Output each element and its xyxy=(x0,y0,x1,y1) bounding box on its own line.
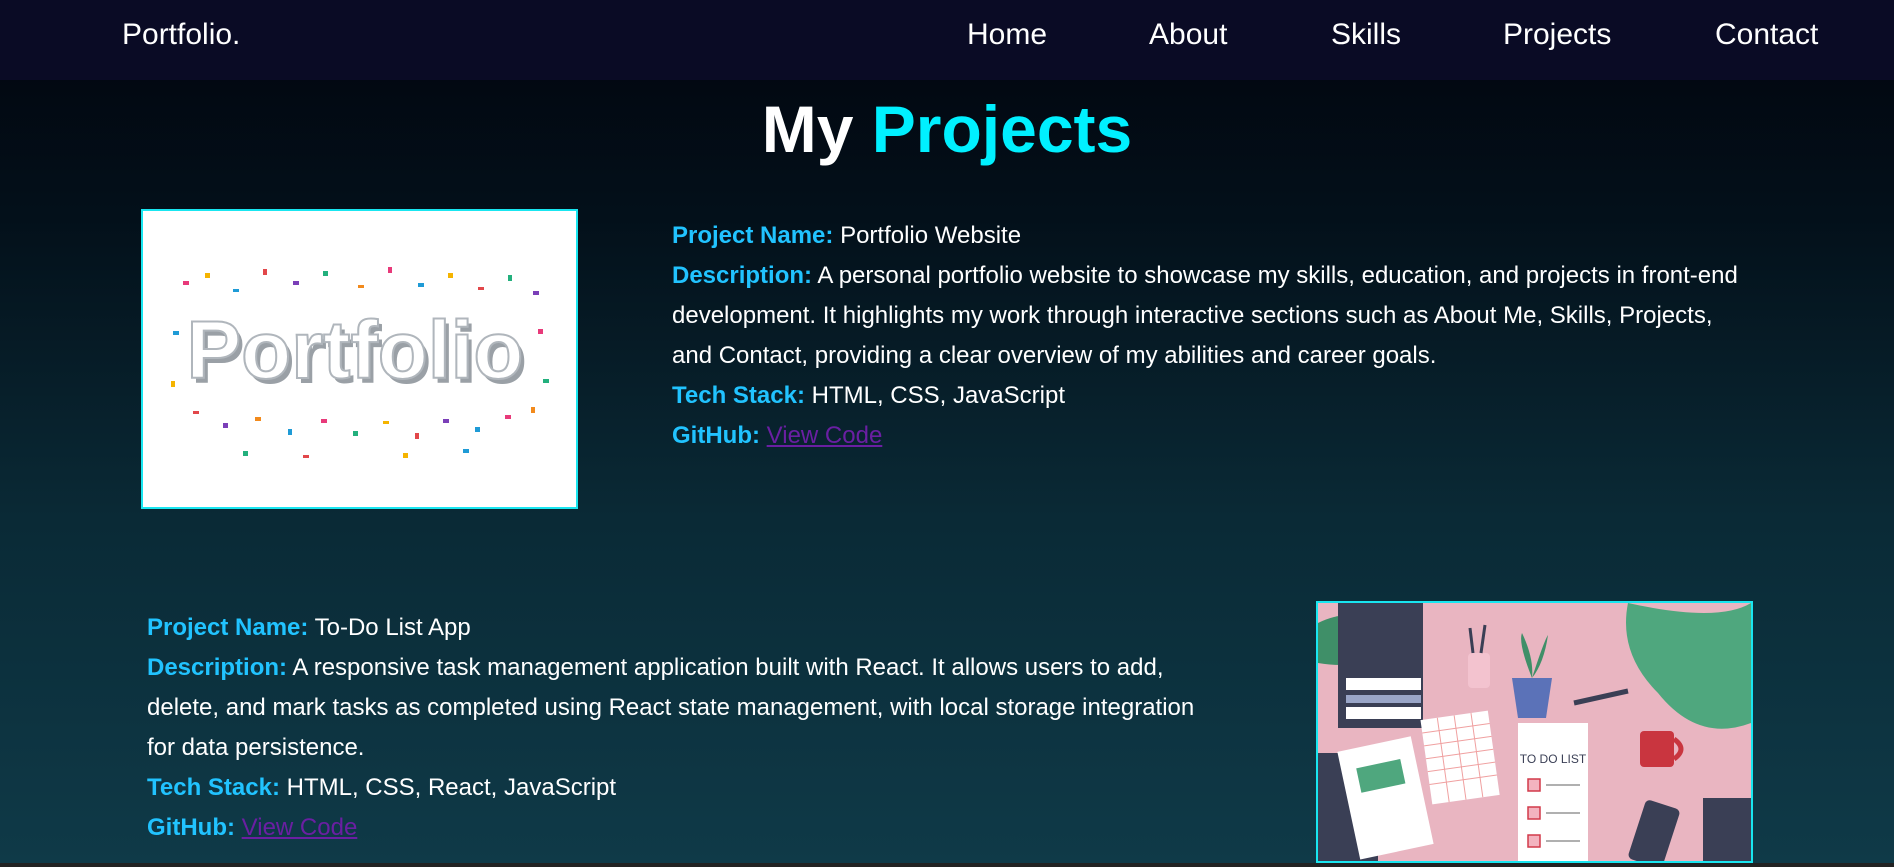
project-info-todo: Project Name: To-Do List App Description… xyxy=(147,608,1227,848)
tech-stack-row: Tech Stack: HTML, CSS, React, JavaScript xyxy=(147,768,1227,808)
project-info-portfolio: Project Name: Portfolio Website Descript… xyxy=(672,216,1752,456)
nav-projects[interactable]: Projects xyxy=(1503,18,1611,52)
github-label: GitHub: xyxy=(147,814,235,841)
todo-thumbnail-art: TO DO LIST xyxy=(1318,603,1751,861)
description-value: A personal portfolio website to showcase… xyxy=(672,262,1738,369)
project-description-row: Description: A responsive task managemen… xyxy=(147,648,1227,768)
project-name-label: Project Name: xyxy=(147,614,309,641)
tech-stack-label: Tech Stack: xyxy=(147,774,280,801)
tech-stack-row: Tech Stack: HTML, CSS, JavaScript xyxy=(672,376,1752,416)
nav-about[interactable]: About xyxy=(1149,18,1227,52)
plant-pot-icon xyxy=(1512,678,1552,718)
project-name-row: Project Name: To-Do List App xyxy=(147,608,1227,648)
project-name-row: Project Name: Portfolio Website xyxy=(672,216,1752,256)
bottom-edge xyxy=(0,863,1894,867)
project-name-value: To-Do List App xyxy=(314,614,471,641)
checkbox-icon xyxy=(1527,834,1541,848)
portfolio-thumbnail-art: Portfolio Portfolio xyxy=(143,211,576,507)
github-row: GitHub: View Code xyxy=(147,808,1227,848)
device-icon xyxy=(1703,798,1751,861)
description-value: A responsive task management application… xyxy=(147,654,1195,761)
portfolio-art-text: Portfolio xyxy=(186,305,523,396)
project-name-label: Project Name: xyxy=(672,222,834,249)
github-row: GitHub: View Code xyxy=(672,416,1752,456)
mug-icon xyxy=(1640,731,1674,767)
page-title: My Projects xyxy=(0,92,1894,166)
pencil-cup-icon xyxy=(1468,653,1490,688)
project-name-value: Portfolio Website xyxy=(840,222,1022,249)
project-todo-image: TO DO LIST xyxy=(1316,601,1753,863)
description-label: Description: xyxy=(672,262,813,289)
nav-skills[interactable]: Skills xyxy=(1331,18,1401,52)
tech-stack-label: Tech Stack: xyxy=(672,382,805,409)
checkbox-icon xyxy=(1527,806,1541,820)
navbar: Portfolio. Home About Skills Projects Co… xyxy=(0,0,1894,80)
nav-contact[interactable]: Contact xyxy=(1715,18,1818,52)
title-part-2: Projects xyxy=(871,92,1133,166)
tech-stack-value: HTML, CSS, JavaScript xyxy=(811,382,1066,409)
description-label: Description: xyxy=(147,654,288,681)
view-code-link[interactable]: View Code xyxy=(242,814,358,841)
todo-list-heading: TO DO LIST xyxy=(1520,752,1587,766)
view-code-link[interactable]: View Code xyxy=(767,422,883,449)
github-label: GitHub: xyxy=(672,422,760,449)
checkbox-icon xyxy=(1527,778,1541,792)
brand-logo[interactable]: Portfolio. xyxy=(122,18,240,52)
project-portfolio-image: Portfolio Portfolio xyxy=(141,209,578,509)
title-part-1: My xyxy=(761,92,854,166)
project-description-row: Description: A personal portfolio websit… xyxy=(672,256,1752,376)
tech-stack-value: HTML, CSS, React, JavaScript xyxy=(286,774,617,801)
nav-home[interactable]: Home xyxy=(967,18,1047,52)
